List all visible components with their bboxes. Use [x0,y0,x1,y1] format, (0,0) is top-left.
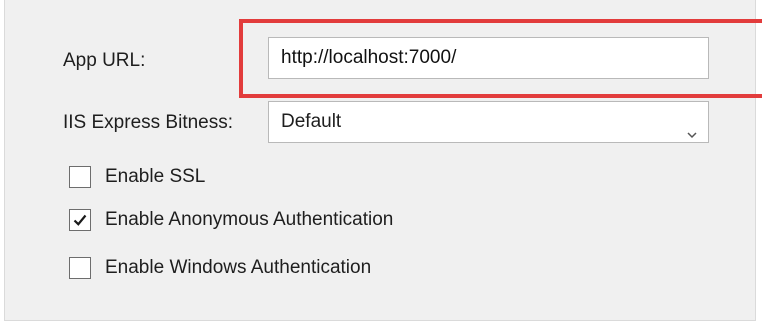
enable-windows-auth-option[interactable]: Enable Windows Authentication [69,256,371,280]
checkmark-icon [73,214,87,226]
iis-express-bitness-label: IIS Express Bitness: [63,112,234,133]
chevron-down-icon[interactable] [686,116,698,139]
enable-anonymous-auth-label[interactable]: Enable Anonymous Authentication [105,209,393,231]
app-url-label: App URL: [63,50,146,71]
enable-anonymous-auth-checkbox[interactable] [69,209,91,231]
enable-ssl-checkbox[interactable] [69,166,91,188]
bitness-selected-value: Default [281,111,342,132]
app-url-highlight-box [239,19,762,98]
iis-express-bitness-dropdown[interactable]: Default [268,101,709,143]
enable-ssl-option[interactable]: Enable SSL [69,165,205,189]
enable-windows-auth-label[interactable]: Enable Windows Authentication [105,257,371,279]
project-properties-panel: App URL: http://localhost:7000/ IIS Expr… [4,0,762,321]
enable-windows-auth-checkbox[interactable] [69,257,91,279]
enable-ssl-label[interactable]: Enable SSL [105,166,205,188]
enable-anonymous-auth-option[interactable]: Enable Anonymous Authentication [69,208,393,232]
